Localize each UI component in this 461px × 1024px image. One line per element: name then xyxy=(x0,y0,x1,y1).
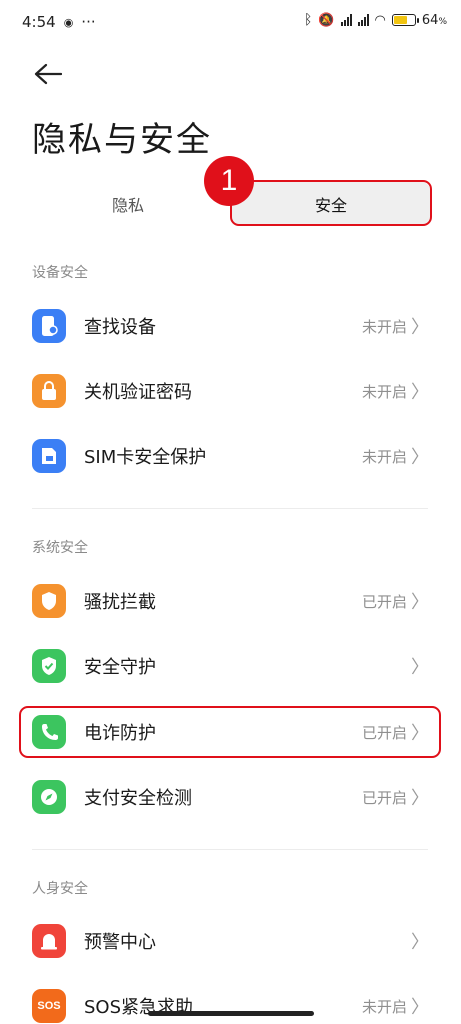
status-time: 4:54 xyxy=(22,13,56,31)
compass-icon xyxy=(32,780,66,814)
row-harassment-block[interactable]: 骚扰拦截 已开启 〉 xyxy=(0,569,461,633)
bluetooth-icon: ᛒ xyxy=(303,12,313,28)
chevron-right-icon: 〉 xyxy=(411,592,429,613)
row-status: 未开启 xyxy=(361,382,407,401)
signal-icon-2 xyxy=(357,14,369,26)
row-sos-emergency[interactable]: SOS SOS紧急求助 未开启 〉 xyxy=(0,974,461,1024)
row-shutdown-password[interactable]: 关机验证密码 未开启 〉 xyxy=(0,359,461,423)
highlight-box-tab xyxy=(230,180,432,226)
chevron-right-icon: 〉 xyxy=(411,788,429,809)
tab-privacy[interactable]: 隐私 xyxy=(28,182,228,226)
battery-icon xyxy=(391,14,419,26)
wifi-icon: ◠ xyxy=(374,12,386,28)
row-label: 安全守护 xyxy=(84,657,156,678)
chevron-right-icon: 〉 xyxy=(411,657,429,678)
home-indicator[interactable] xyxy=(148,1011,314,1016)
shield-check-icon xyxy=(32,649,66,683)
chevron-right-icon: 〉 xyxy=(411,382,429,403)
chevron-right-icon: 〉 xyxy=(411,317,429,338)
row-status: 已开启 xyxy=(361,592,407,611)
alarm-icon xyxy=(32,924,66,958)
shield-icon xyxy=(32,584,66,618)
section-divider xyxy=(32,508,428,509)
section-divider xyxy=(32,849,428,850)
step-number-badge: 1 xyxy=(204,156,254,206)
lock-icon xyxy=(32,374,66,408)
row-sim-protection[interactable]: SIM卡安全保护 未开启 〉 xyxy=(0,424,461,488)
page-title: 隐私与安全 xyxy=(32,120,212,160)
chevron-right-icon: 〉 xyxy=(411,447,429,468)
row-status: 已开启 xyxy=(361,788,407,807)
signal-icon-1 xyxy=(340,14,352,26)
row-label: 支付安全检测 xyxy=(84,788,192,809)
section-header-system-security: 系统安全 xyxy=(32,540,88,556)
row-label: 关机验证密码 xyxy=(84,382,192,403)
row-status: 未开启 xyxy=(361,447,407,466)
row-label: 骚扰拦截 xyxy=(84,592,156,613)
find-device-icon xyxy=(32,309,66,343)
chevron-right-icon: 〉 xyxy=(411,997,429,1018)
chevron-right-icon: 〉 xyxy=(411,932,429,953)
row-find-device[interactable]: 查找设备 未开启 〉 xyxy=(0,294,461,358)
battery-percent: 64% xyxy=(421,12,447,28)
back-button[interactable] xyxy=(30,56,66,92)
mute-bell-icon: 🔕 xyxy=(318,12,335,28)
highlight-box-fraud-protection xyxy=(19,706,441,758)
row-label: 预警中心 xyxy=(84,932,156,953)
section-header-device-security: 设备安全 xyxy=(32,265,88,281)
sos-icon: SOS xyxy=(32,989,66,1023)
notification-icon: ◉ xyxy=(63,15,74,29)
row-payment-security-check[interactable]: 支付安全检测 已开启 〉 xyxy=(0,765,461,829)
status-more-dots: ··· xyxy=(81,13,96,31)
section-header-personal-safety: 人身安全 xyxy=(32,881,88,897)
row-security-guard[interactable]: 安全守护 〉 xyxy=(0,634,461,698)
row-alert-center[interactable]: 预警中心 〉 xyxy=(0,909,461,973)
status-bar: 4:54 ◉ ··· ᛒ 🔕 ◠ 64% xyxy=(0,0,461,44)
row-status: 未开启 xyxy=(361,997,407,1016)
sim-card-icon xyxy=(32,439,66,473)
row-label: 查找设备 xyxy=(84,317,156,338)
row-status: 未开启 xyxy=(361,317,407,336)
back-arrow-icon xyxy=(34,63,62,85)
row-label: SIM卡安全保护 xyxy=(84,447,207,468)
